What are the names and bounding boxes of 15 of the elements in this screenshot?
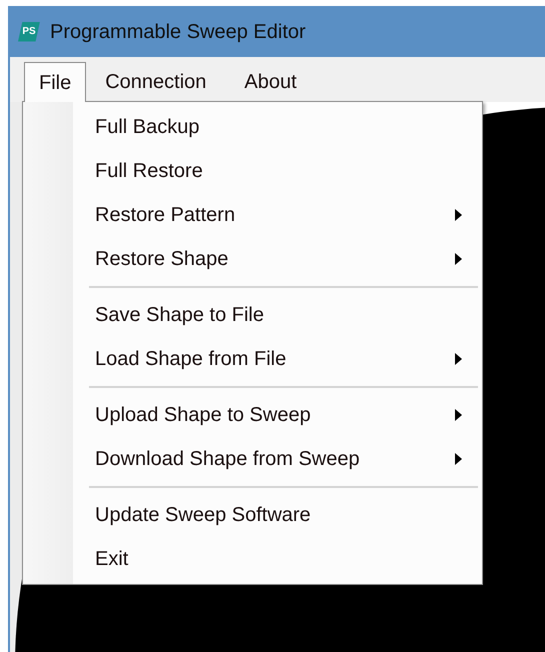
menu-item[interactable]: Full Restore (23, 149, 482, 193)
menu-bar-item[interactable]: Connection (86, 62, 226, 102)
menu-bar-item[interactable]: File (24, 62, 86, 102)
app-logo-icon: PS (18, 22, 40, 42)
menu-item[interactable]: Restore Pattern (23, 193, 482, 237)
menu-bar-item[interactable]: About (225, 62, 316, 102)
menu-item[interactable]: Full Backup (23, 105, 482, 149)
menu-item[interactable]: Save Shape to File (23, 293, 482, 337)
window-title: Programmable Sweep Editor (50, 20, 306, 44)
menu-item[interactable]: Load Shape from File (23, 337, 482, 381)
menu-item[interactable]: Upload Shape to Sweep (23, 393, 482, 437)
menu-item[interactable]: Update Sweep Software (23, 493, 482, 537)
menu-item[interactable]: Exit (23, 537, 482, 581)
menu-item[interactable]: Restore Shape (23, 237, 482, 281)
menu-item[interactable]: Download Shape from Sweep (23, 437, 482, 481)
